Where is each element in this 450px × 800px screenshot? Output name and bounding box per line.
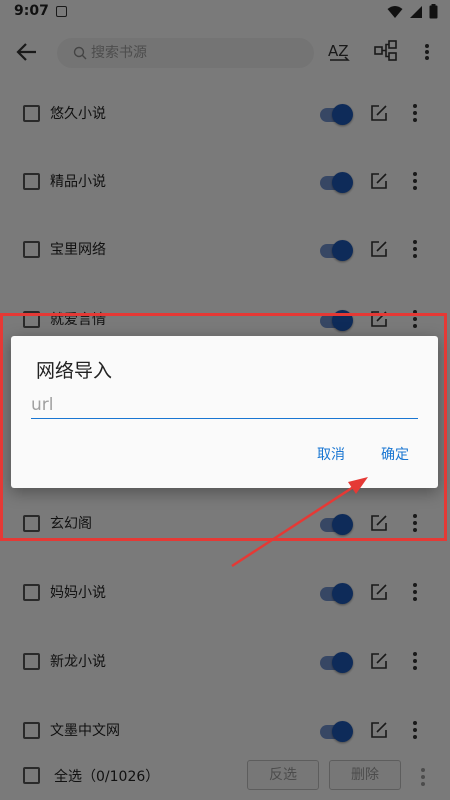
annotation-highlight-box	[0, 313, 447, 541]
